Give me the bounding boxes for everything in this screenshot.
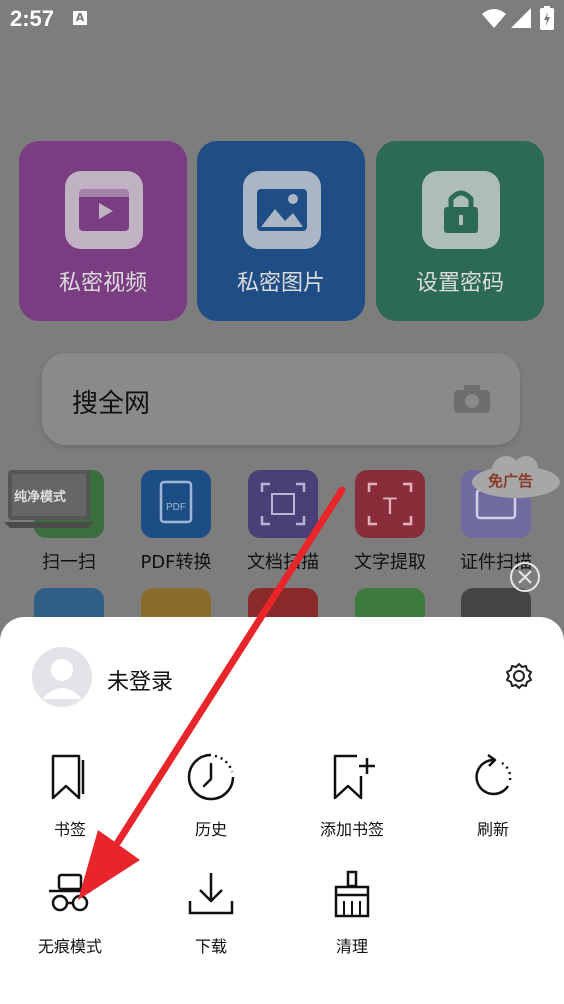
battery-icon — [540, 6, 554, 30]
text-extract-tool[interactable]: T — [355, 470, 425, 538]
svg-text:PDF: PDF — [166, 502, 186, 513]
private-video-tile[interactable]: 私密视频 — [19, 141, 187, 321]
tile-label: 设置密码 — [415, 271, 504, 296]
incognito-icon — [49, 873, 91, 912]
incognito-mode-button[interactable]: 无痕模式 — [15, 869, 125, 957]
menu-label: 无痕模式 — [37, 937, 102, 956]
wifi-icon — [482, 9, 506, 28]
tool-label: 文字提取 — [354, 552, 426, 573]
status-bar: 2:57 A — [0, 0, 564, 38]
tile-label: 私密视频 — [58, 271, 147, 296]
search-placeholder: 搜全网 — [72, 389, 151, 419]
text-extract-icon: T — [367, 482, 413, 526]
tool-label: 文档扫描 — [247, 552, 319, 573]
history-button[interactable]: 历史 — [156, 752, 266, 840]
add-bookmark-icon — [333, 754, 375, 800]
pure-mode-badge[interactable]: 纯净模式 — [4, 466, 94, 530]
tool-label: PDF转换 — [140, 552, 212, 573]
broom-icon — [334, 870, 370, 918]
menu-label: 下载 — [194, 937, 227, 956]
svg-text:T: T — [383, 493, 398, 520]
search-box[interactable]: 搜全网 — [42, 353, 520, 445]
menu-label: 清理 — [335, 937, 368, 956]
no-ads-badge[interactable]: 免广告 — [470, 450, 562, 500]
refresh-icon — [475, 753, 512, 796]
doc-scan-tool[interactable] — [248, 470, 318, 538]
bookmark-icon — [51, 754, 85, 800]
add-bookmark-button[interactable]: 添加书签 — [297, 752, 407, 840]
camera-icon[interactable] — [452, 383, 492, 415]
download-button[interactable]: 下载 — [156, 869, 266, 957]
menu-label: 书签 — [53, 820, 86, 839]
private-image-tile[interactable]: 私密图片 — [197, 141, 365, 321]
menu-label: 历史 — [194, 820, 227, 839]
close-icon[interactable] — [509, 561, 541, 593]
bookmarks-button[interactable]: 书签 — [15, 752, 125, 840]
clean-button[interactable]: 清理 — [297, 869, 407, 957]
set-password-tile[interactable]: 设置密码 — [376, 141, 544, 321]
notification-a-icon: A — [73, 11, 87, 25]
pdf-icon: PDF — [159, 480, 193, 524]
avatar[interactable] — [32, 647, 92, 707]
history-icon — [187, 753, 235, 801]
lock-icon — [422, 171, 500, 249]
download-icon — [188, 873, 234, 915]
refresh-button[interactable]: 刷新 — [438, 752, 548, 840]
signal-icon — [511, 8, 531, 28]
doc-scan-icon — [260, 482, 306, 526]
image-icon — [243, 171, 321, 249]
menu-label: 刷新 — [476, 820, 509, 839]
tool-label: 扫一扫 — [42, 552, 96, 573]
no-ads-label: 免广告 — [488, 472, 534, 490]
settings-gear-icon[interactable] — [505, 662, 533, 690]
tile-label: 私密图片 — [236, 271, 325, 296]
menu-label: 添加书签 — [319, 820, 384, 839]
user-avatar-icon — [42, 659, 82, 699]
pdf-tool[interactable]: PDF — [141, 470, 211, 538]
username-label[interactable]: 未登录 — [107, 664, 173, 696]
video-icon — [65, 171, 143, 249]
status-time: 2:57 — [10, 6, 55, 31]
pure-mode-label: 纯净模式 — [14, 490, 67, 505]
